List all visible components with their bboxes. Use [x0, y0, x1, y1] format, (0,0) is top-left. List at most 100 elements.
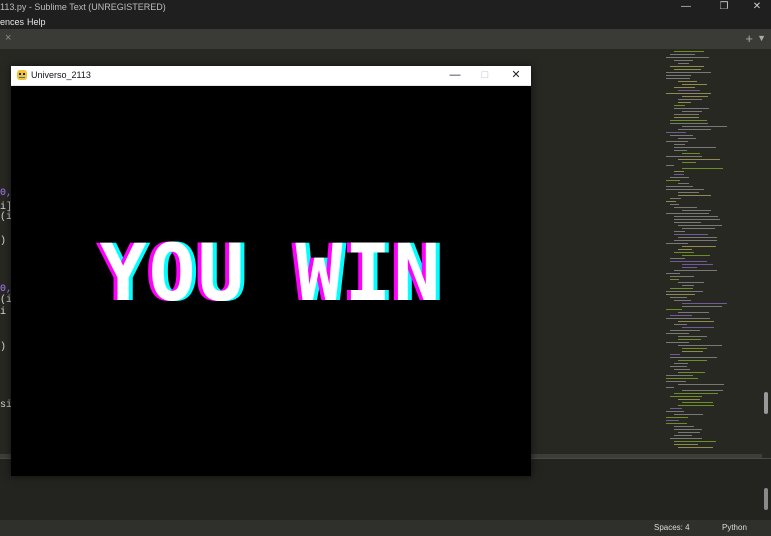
minimap-line: [682, 303, 727, 304]
minimap-line: [682, 351, 703, 352]
minimap-line: [682, 264, 713, 265]
minimap-line: [666, 291, 703, 292]
vertical-scrollbar[interactable]: [764, 392, 768, 414]
minimap-line: [678, 63, 689, 64]
minimap-line: [674, 300, 691, 301]
minimap-line: [666, 132, 686, 133]
editor-maximize-button[interactable]: ❐: [712, 0, 736, 15]
minimap-line: [666, 78, 690, 79]
minimap-line: [674, 414, 703, 415]
minimap-line: [666, 57, 709, 58]
minimap-line: [678, 90, 700, 91]
minimap-line: [666, 387, 674, 388]
minimap-line: [678, 384, 724, 385]
minimap-line: [682, 153, 700, 154]
minimap-line: [670, 66, 704, 67]
minimap-line: [674, 219, 720, 220]
minimap-line: [670, 123, 708, 124]
minimap-line: [678, 138, 696, 139]
minimap-line: [666, 180, 680, 181]
minimap-line: [666, 141, 688, 142]
minimap-line: [678, 249, 692, 250]
minimap-line: [678, 129, 711, 130]
minimap-line: [674, 207, 697, 208]
minimap-line: [678, 312, 709, 313]
game-minimize-button[interactable]: —: [440, 66, 470, 85]
minimap-line: [666, 213, 709, 214]
game-title-bar[interactable]: Universo_2113 — □ ✕: [11, 66, 531, 86]
minimap-line: [674, 444, 698, 445]
minimap-line: [674, 363, 688, 364]
game-canvas[interactable]: YOU WIN: [11, 86, 531, 476]
tab-close-icon[interactable]: ×: [5, 32, 11, 44]
minimap-line: [682, 348, 707, 349]
minimap-line: [666, 420, 679, 421]
game-maximize-button[interactable]: □: [470, 66, 500, 85]
minimap-line: [666, 423, 687, 424]
minimap-line: [674, 426, 694, 427]
minimap-line: [674, 60, 693, 61]
minimap-line: [674, 69, 701, 70]
minimap-line: [682, 306, 722, 307]
minimap-line: [674, 216, 718, 217]
indentation-status[interactable]: Spaces: 4: [654, 520, 690, 536]
minimap-line: [678, 81, 697, 82]
minimap-line: [674, 174, 684, 175]
syntax-status[interactable]: Python: [722, 520, 747, 536]
editor-close-button[interactable]: ✕: [745, 0, 769, 15]
minimap-line: [670, 261, 707, 262]
minimap-line: [666, 72, 711, 73]
code-line-fragment: i: [0, 307, 7, 318]
minimap-line: [678, 339, 701, 340]
minimap-line: [674, 144, 685, 145]
tab-list-dropdown-icon[interactable]: ▼: [757, 33, 766, 43]
minimap-line: [666, 294, 695, 295]
minimap-line: [682, 168, 723, 169]
minimap-line: [674, 150, 687, 151]
minimap-line: [674, 324, 687, 325]
console-scrollbar[interactable]: [764, 488, 768, 510]
minimap-line: [678, 372, 705, 373]
game-close-button[interactable]: ✕: [501, 66, 531, 85]
minimap-line: [674, 429, 702, 430]
minimap-line: [678, 345, 722, 346]
you-win-message: YOU WIN: [99, 229, 443, 319]
minimap-line: [674, 234, 708, 235]
minimap-line: [678, 447, 713, 448]
minimap-line: [678, 399, 700, 400]
minimap-line: [674, 240, 717, 241]
minimap-line: [678, 405, 714, 406]
minimap-line: [670, 357, 717, 358]
minimap-line: [678, 195, 711, 196]
minimap-code-lines: [666, 51, 727, 448]
minimap-line: [674, 231, 685, 232]
minimap-line: [674, 114, 699, 115]
new-tab-icon[interactable]: +: [745, 31, 753, 46]
minimap-line: [678, 183, 689, 184]
minimap-line: [678, 159, 720, 160]
minimap-line: [674, 147, 716, 148]
menu-item-help[interactable]: Help: [27, 15, 46, 29]
minimap-line: [678, 282, 704, 283]
minimap-line: [670, 396, 702, 397]
code-line-fragment: ): [0, 342, 7, 353]
minimap-line: [678, 432, 700, 433]
minimap-line: [670, 204, 679, 205]
game-window-title: Universo_2113: [31, 70, 91, 80]
minimap-line: [666, 318, 710, 319]
minimap-line: [678, 102, 691, 103]
minimap-line: [682, 246, 716, 247]
minimap-line: [666, 411, 684, 412]
editor-minimize-button[interactable]: —: [674, 0, 698, 15]
menu-item-preferences[interactable]: ences: [0, 15, 24, 29]
minimap-line: [666, 375, 693, 376]
minimap-line: [682, 84, 707, 85]
minimap-line: [682, 228, 715, 229]
minimap-line: [678, 225, 722, 226]
minimap-line: [666, 309, 682, 310]
editor-window-title: 113.py - Sublime Text (UNREGISTERED): [0, 2, 166, 12]
minimap[interactable]: [662, 49, 762, 455]
code-line-fragment: ): [0, 236, 7, 247]
minimap-line: [670, 438, 702, 439]
minimap-line: [666, 156, 702, 157]
